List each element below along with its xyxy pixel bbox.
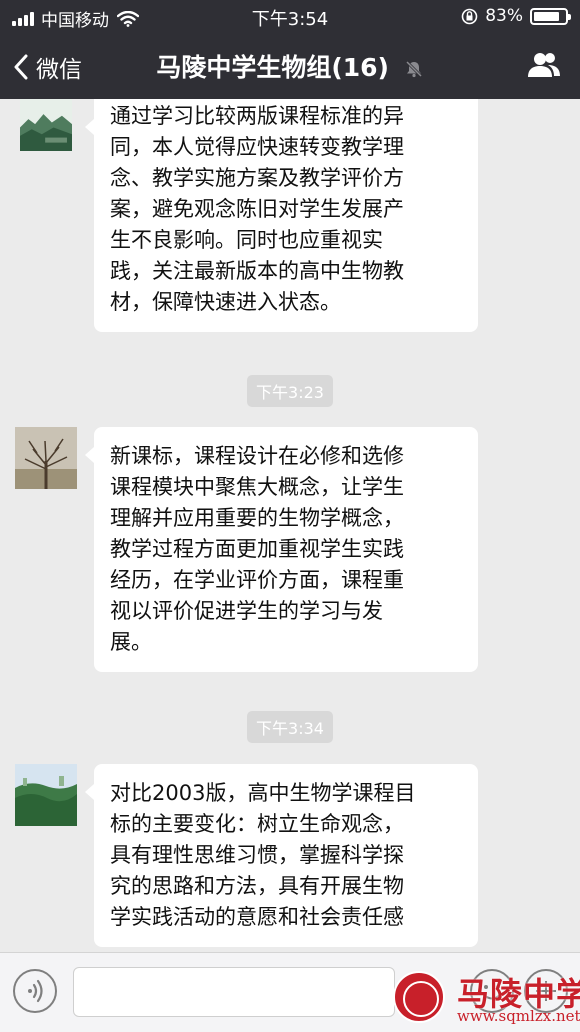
message-line: 生不良影响。同时也应重视实 xyxy=(110,228,383,252)
rotation-lock-icon xyxy=(461,8,478,24)
message-line: 展。 xyxy=(110,630,152,654)
message-line: 视以评价促进学生的学习与发 xyxy=(110,599,383,623)
message-line: 究的思路和方法，具有开展生物 xyxy=(110,874,404,898)
message-line: 具有理性思维习惯，掌握科学探 xyxy=(110,843,404,867)
message-line: 经历，在学业评价方面，课程重 xyxy=(110,568,404,592)
message-bubble[interactable]: 新课标，课程设计在必修和选修 课程模块中聚焦大概念，让学生 理解并应用重要的生物… xyxy=(85,427,478,672)
timestamp-label: 下午3:23 xyxy=(247,375,333,407)
avatar[interactable] xyxy=(15,427,77,489)
battery-percent: 83% xyxy=(485,6,523,26)
school-seal-icon xyxy=(393,971,445,1023)
timestamp-label: 下午3:34 xyxy=(247,711,333,743)
message-line: 同，本人觉得应快速转变教学理 xyxy=(110,135,404,159)
mute-icon xyxy=(405,60,422,78)
message-line: 理解并应用重要的生物学概念， xyxy=(110,506,404,530)
group-members-icon[interactable] xyxy=(526,50,562,80)
message-line: 通过学习比较两版课程标准的异 xyxy=(110,104,404,128)
message-line: 材，保障快速进入状态。 xyxy=(110,290,341,314)
avatar[interactable] xyxy=(15,764,77,826)
watermark-url: www.sqmlzx.net xyxy=(457,1007,580,1025)
message-line: 对比2003版，高中生物学课程目 xyxy=(110,781,416,805)
battery-fill xyxy=(534,11,559,21)
message-bubble[interactable]: 通过学习比较两版课程标准的异 同，本人觉得应快速转变教学理 念、教学实施方案及教… xyxy=(85,99,478,332)
message-line: 新课标，课程设计在必修和选修 xyxy=(110,444,404,468)
timestamp: 下午3:23 xyxy=(0,375,580,407)
chat-area[interactable]: 通过学习比较两版课程标准的异 同，本人觉得应快速转变教学理 念、教学实施方案及教… xyxy=(0,99,580,952)
voice-input-button[interactable] xyxy=(13,969,57,1013)
chat-title-text: 马陵中学生物组(16) xyxy=(156,53,389,82)
message-line: 践，关注最新版本的高中生物教 xyxy=(110,259,404,283)
avatar[interactable] xyxy=(15,99,77,151)
message-line: 案，避免观念陈旧对学生发展产 xyxy=(110,197,404,221)
message-input[interactable] xyxy=(73,967,395,1017)
nav-bar: 微信 马陵中学生物组(16) xyxy=(0,32,580,99)
message-line: 念、教学实施方案及教学评价方 xyxy=(110,166,404,190)
message-line: 教学过程方面更加重视学生实践 xyxy=(110,537,404,561)
chat-title: 马陵中学生物组(16) xyxy=(0,48,580,84)
message-line: 课程模块中聚焦大概念，让学生 xyxy=(110,475,404,499)
timestamp: 下午3:34 xyxy=(0,711,580,743)
message-line: 学实践活动的意愿和社会责任感 xyxy=(110,905,404,929)
status-bar: 中国移动 下午3:54 83% xyxy=(0,0,580,32)
message-bubble[interactable]: 对比2003版，高中生物学课程目 标的主要变化：树立生命观念， 具有理性思维习惯… xyxy=(85,764,478,947)
battery-icon xyxy=(530,7,571,25)
site-watermark: 马陵中学 www.sqmlzx.net xyxy=(393,965,580,1029)
message-line: 标的主要变化：树立生命观念， xyxy=(110,812,404,836)
status-right: 83% xyxy=(461,6,571,26)
voice-icon xyxy=(28,979,43,1003)
